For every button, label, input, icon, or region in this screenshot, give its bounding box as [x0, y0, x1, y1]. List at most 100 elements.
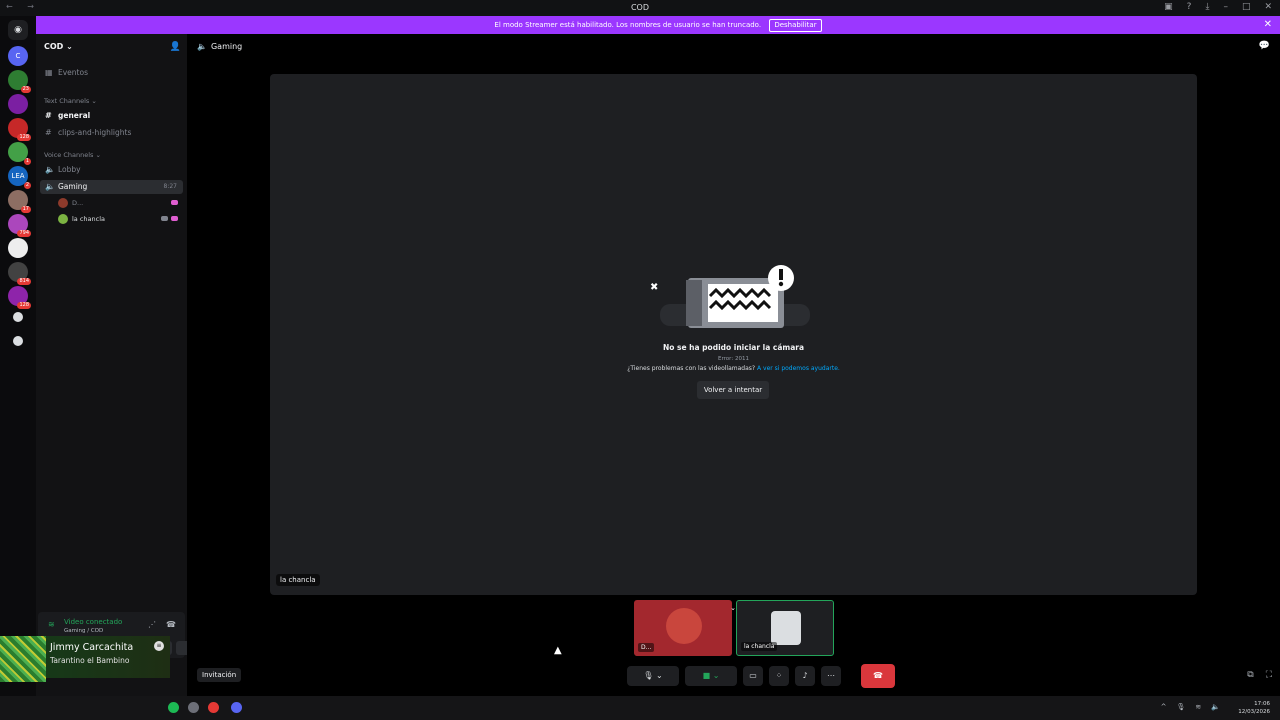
server-icon[interactable] — [8, 94, 28, 114]
signal-icon[interactable]: ≋ — [48, 620, 55, 629]
disconnect-icon[interactable]: ☎ — [166, 620, 176, 629]
view-controls: ⧉ ⛶ — [1247, 670, 1272, 680]
avatar — [58, 214, 68, 224]
app-icon[interactable] — [188, 702, 199, 713]
maximize-button[interactable]: □ — [1242, 2, 1251, 12]
avatar — [666, 608, 702, 644]
channel-sidebar: COD ⌄ 👤 ▦ Eventos Text Channels ⌄ # genera… — [36, 34, 216, 696]
server-icon[interactable]: 23 — [8, 70, 31, 93]
mention-badge: 2 — [23, 182, 31, 189]
spotify-icon: ≡ — [154, 641, 164, 651]
share-screen-button[interactable]: ▭ — [743, 666, 763, 686]
server-name[interactable]: COD ⌄ — [44, 42, 73, 51]
chat-icon[interactable]: 💬 — [1259, 41, 1270, 51]
avatar — [771, 611, 801, 645]
voice-category[interactable]: Voice Channels ⌄ — [44, 151, 101, 159]
album-art — [0, 636, 46, 682]
error-title: No se ha podido iniciar la cámara — [662, 343, 805, 352]
participant-tile[interactable]: D... ⌄ — [634, 600, 736, 656]
voice-user-2[interactable]: la chancla — [58, 213, 105, 225]
server-icon[interactable]: 128 — [8, 118, 31, 141]
channel-gaming[interactable]: 🔈 Gaming 8:27 — [40, 180, 183, 194]
more-button[interactable]: ⋯ — [821, 666, 841, 686]
add-member-icon[interactable]: 👤 — [170, 42, 181, 52]
app-icon[interactable] — [208, 702, 219, 713]
speaker-icon: 🔈 — [197, 42, 207, 51]
tile-label: D... — [638, 643, 655, 652]
channel-general[interactable]: # general — [40, 109, 183, 123]
camera-error-illustration: ✖ — [650, 265, 810, 328]
activities-button[interactable]: ⁘ — [769, 666, 789, 686]
text-category[interactable]: Text Channels ⌄ — [44, 97, 97, 105]
server-icon[interactable]: 814 — [8, 262, 31, 285]
close-icon[interactable]: ✕ — [1264, 16, 1272, 34]
minimize-button[interactable]: – — [1223, 2, 1228, 12]
clock[interactable]: 17:06 12/03/2026 — [1238, 700, 1270, 716]
voice-channel-path[interactable]: Gaming / COD — [64, 628, 103, 634]
server-icon[interactable]: 128 — [8, 286, 31, 309]
inbox-icon[interactable]: ▣ — [1164, 2, 1173, 12]
spotify-icon[interactable] — [168, 702, 179, 713]
camera-toggle-button[interactable]: ■ ⌄ — [685, 666, 737, 686]
mic-tray-icon[interactable]: 🎙 — [1177, 703, 1186, 711]
server-icon[interactable]: LEA 2 — [8, 166, 31, 189]
invite-button[interactable]: Invitación — [197, 668, 242, 682]
add-server-icon[interactable] — [13, 312, 23, 322]
mention-badge: 1 — [23, 158, 31, 165]
noise-suppression-icon[interactable]: ⋰ — [148, 620, 156, 629]
system-tray: ^ 🎙 ≋ 🔈 — [1161, 703, 1220, 711]
channel-header: 🔈 Gaming — [197, 42, 243, 51]
window-controls: ▣ ? ⤓ – □ ✕ — [1164, 2, 1272, 12]
title-bar: ← → COD ▣ ? ⤓ – □ ✕ — [0, 0, 1280, 16]
disable-streamer-button[interactable]: Deshabilitar — [769, 19, 822, 32]
mention-badge: 128 — [17, 134, 31, 141]
camera-icon — [161, 216, 168, 221]
discover-icon[interactable] — [13, 336, 23, 346]
server-icon[interactable]: 17 — [8, 190, 31, 213]
popout-icon[interactable]: ⧉ — [1247, 670, 1253, 680]
server-icon[interactable] — [8, 238, 28, 258]
help-link[interactable]: A ver si podemos ayudarte. — [757, 365, 840, 372]
mouse-cursor: ▲ — [554, 645, 562, 656]
fullscreen-icon[interactable]: ⛶ — [1266, 670, 1272, 680]
mention-badge: 128 — [17, 302, 31, 309]
wifi-icon[interactable]: ≋ — [1195, 703, 1201, 711]
voice-connected-label[interactable]: Video conectado — [64, 618, 122, 626]
hang-up-button[interactable]: ☎ — [861, 664, 895, 688]
microphone-icon: 🎙 — [643, 671, 654, 680]
now-playing: Tarantino el Bambino — [50, 656, 130, 665]
channel-clips[interactable]: # clips-and-highlights — [40, 126, 183, 140]
help-text: ¿Tienes problemas con las videollamadas?… — [627, 365, 840, 372]
hash-icon: # — [45, 111, 52, 120]
streamer-mode-banner: El modo Streamer está habilitado. Los no… — [36, 16, 1280, 34]
participant-tile[interactable]: la chancla — [736, 600, 834, 656]
voice-user-1[interactable]: D... — [58, 197, 83, 209]
close-window-button[interactable]: ✕ — [1264, 2, 1272, 12]
avatar — [58, 198, 68, 208]
discord-taskbar-icon[interactable] — [231, 702, 242, 713]
discord-home-icon[interactable]: ◉ — [8, 20, 28, 40]
live-icon — [171, 200, 178, 205]
user-name[interactable]: Jimmy Carcachita — [50, 642, 133, 653]
chevron-up-icon[interactable]: ^ — [1161, 703, 1167, 711]
mic-button[interactable]: 🎙 ⌄ — [627, 666, 679, 686]
volume-icon[interactable]: 🔈 — [1211, 703, 1220, 711]
channel-lobby[interactable]: 🔈 Lobby — [40, 163, 183, 177]
retry-button[interactable]: Volver a intentar — [697, 381, 769, 399]
svg-text:✖: ✖ — [650, 282, 658, 293]
error-code: Error: 2011 — [718, 356, 749, 362]
tile-label: la chancla — [741, 642, 778, 651]
mention-badge: 17 — [20, 206, 31, 213]
os-taskbar: ^ 🎙 ≋ 🔈 17:06 12/03/2026 — [0, 696, 1280, 720]
download-icon[interactable]: ⤓ — [1205, 2, 1209, 12]
soundboard-button[interactable]: ♪ — [795, 666, 815, 686]
server-icon[interactable]: C — [8, 46, 28, 66]
server-icon[interactable]: 794 — [8, 214, 31, 237]
help-icon[interactable]: ? — [1187, 2, 1192, 12]
user-panel: Jimmy Carcachita Tarantino el Bambino ≡ — [0, 636, 170, 682]
call-view: 🔈 Gaming 💬 ✖ No se ha podido iniciar la c… — [187, 34, 1280, 696]
server-icon[interactable]: 1 — [8, 142, 31, 165]
window-title: COD — [630, 3, 650, 12]
server-list: ◉ C 23 128 1 LEA 2 17 794 814 128 — [0, 16, 36, 696]
events-item[interactable]: ▦ Eventos — [40, 66, 183, 80]
